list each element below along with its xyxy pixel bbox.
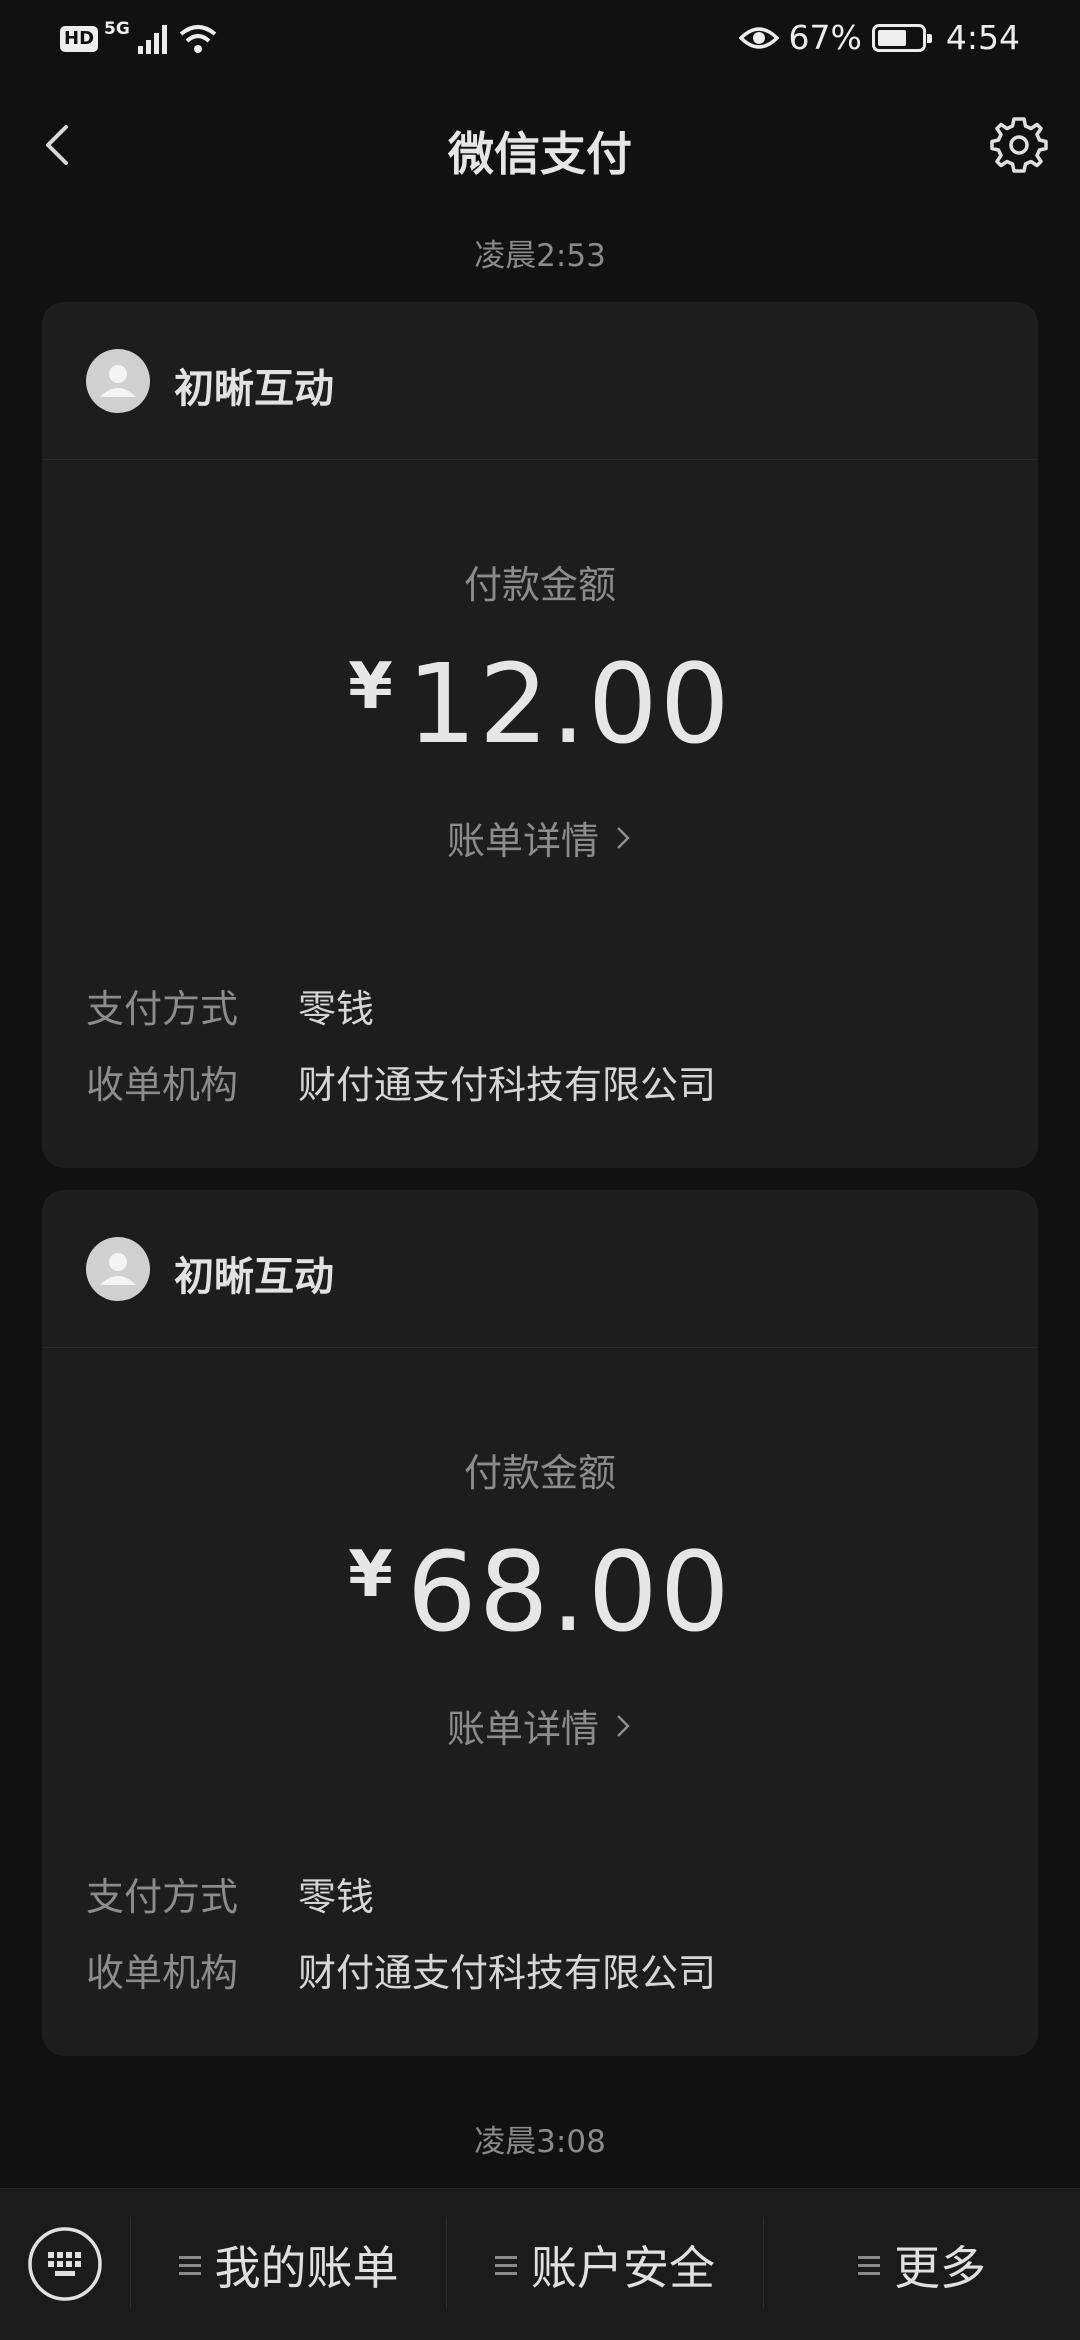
- menu-my-bills[interactable]: 我的账单: [131, 2189, 446, 2340]
- menu-lines-icon: [858, 2255, 880, 2275]
- keyboard-icon: [28, 2227, 102, 2301]
- amount-display: ¥68.00: [42, 1528, 1038, 1656]
- amount-value: 68.00: [406, 1528, 732, 1656]
- bill-detail-link[interactable]: 账单详情: [42, 1698, 1038, 1753]
- chevron-right-icon: [617, 826, 630, 849]
- avatar: [86, 349, 150, 413]
- keyboard-toggle-button[interactable]: [26, 2225, 104, 2303]
- menu-account-security[interactable]: 账户安全: [447, 2189, 763, 2340]
- menu-more[interactable]: 更多: [764, 2189, 1080, 2340]
- network-label: 5G: [104, 19, 130, 39]
- battery-icon: [871, 23, 932, 52]
- acquirer-label: 收单机构: [86, 1951, 239, 1995]
- payment-method-row: 支付方式 零钱: [86, 1866, 374, 1921]
- gear-icon: [990, 117, 1048, 173]
- payment-method-label: 支付方式: [86, 987, 239, 1031]
- eye-icon: [738, 26, 779, 49]
- clock: 4:54: [945, 18, 1020, 57]
- card-header: 初晰互动: [42, 302, 1038, 460]
- hd-badge: HD: [60, 26, 99, 52]
- payment-method-value: 零钱: [298, 1875, 375, 1919]
- acquirer-row: 收单机构 财付通支付科技有限公司: [86, 1942, 716, 1997]
- message-timestamp: 凌晨2:53: [474, 238, 606, 274]
- battery-fill: [877, 29, 906, 46]
- currency-symbol: ¥: [348, 650, 393, 724]
- page-title: 微信支付: [448, 127, 632, 181]
- card-header: 初晰互动: [42, 1190, 1038, 1348]
- payment-method-label: 支付方式: [86, 1875, 239, 1919]
- acquirer-value: 财付通支付科技有限公司: [298, 1063, 717, 1107]
- payment-method-row: 支付方式 零钱: [86, 978, 374, 1033]
- merchant-name: 初晰互动: [174, 366, 334, 412]
- currency-symbol: ¥: [348, 1538, 393, 1612]
- acquirer-row: 收单机构 财付通支付科技有限公司: [86, 1054, 716, 1109]
- menu-lines-icon: [495, 2255, 517, 2275]
- payment-card[interactable]: 初晰互动 付款金额 ¥12.00 账单详情 支付方式 零钱 收单机构 财付通支付…: [42, 302, 1038, 1168]
- status-right: 67% 4:54: [738, 18, 1020, 57]
- user-icon: [100, 365, 136, 397]
- battery-percent: 67%: [788, 18, 862, 57]
- amount-display: ¥12.00: [42, 640, 1038, 768]
- acquirer-value: 财付通支付科技有限公司: [298, 1951, 717, 1995]
- wifi-icon: [179, 25, 217, 53]
- bill-detail-label: 账单详情: [446, 1707, 599, 1751]
- avatar: [86, 1237, 150, 1301]
- user-icon: [100, 1253, 136, 1285]
- bottom-menu-bar: 我的账单 账户安全 更多: [0, 2188, 1080, 2340]
- message-timestamp: 凌晨3:08: [474, 2124, 606, 2160]
- signal-icon: [137, 25, 167, 54]
- payment-method-value: 零钱: [298, 987, 375, 1031]
- merchant-name: 初晰互动: [174, 1254, 334, 1300]
- amount-value: 12.00: [406, 640, 732, 768]
- menu-my-bills-label: 我的账单: [214, 2241, 399, 2295]
- settings-button[interactable]: [988, 114, 1050, 176]
- bill-detail-label: 账单详情: [446, 819, 599, 863]
- acquirer-label: 收单机构: [86, 1063, 239, 1107]
- status-bar: HD 5G 67% 4:54: [0, 0, 1080, 80]
- amount-label: 付款金额: [463, 563, 616, 607]
- status-left: HD 5G: [60, 19, 218, 56]
- menu-more-label: 更多: [894, 2241, 986, 2295]
- menu-account-security-label: 账户安全: [531, 2241, 715, 2295]
- title-bar: 微信支付: [0, 90, 1080, 200]
- payment-card[interactable]: 初晰互动 付款金额 ¥68.00 账单详情 支付方式 零钱 收单机构 财付通支付…: [42, 1190, 1038, 2056]
- chevron-right-icon: [617, 1714, 630, 1737]
- bill-detail-link[interactable]: 账单详情: [42, 810, 1038, 865]
- amount-label: 付款金额: [463, 1451, 616, 1495]
- menu-lines-icon: [178, 2255, 201, 2275]
